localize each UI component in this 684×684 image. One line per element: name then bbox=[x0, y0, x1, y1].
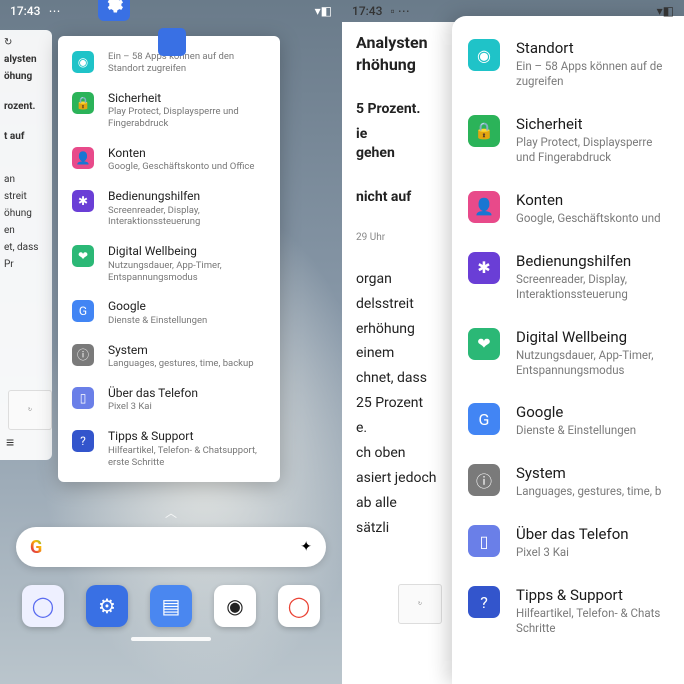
settings-item-title: Tipps & Support bbox=[516, 586, 668, 604]
status-bar: 17:43 ⋯ ▾ ◧ bbox=[0, 0, 342, 22]
settings-item-subtitle: Google, Geschäftskonto und bbox=[516, 211, 668, 226]
accounts-icon: 👤 bbox=[468, 191, 500, 223]
dock-app-chrome[interactable]: ◯ bbox=[278, 585, 320, 627]
tips-icon: ? bbox=[72, 430, 94, 452]
settings-item-subtitle: Languages, gestures, time, b bbox=[516, 484, 668, 499]
wellbeing-icon: ❤ bbox=[72, 245, 94, 267]
settings-panel: ◉ Standort Ein – 58 Apps können auf de z… bbox=[452, 16, 684, 684]
a11y-icon: ✱ bbox=[468, 252, 500, 284]
settings-item-title: Standort bbox=[516, 39, 668, 57]
settings-item-subtitle: Pixel 3 Kai bbox=[516, 545, 668, 560]
system-icon: ⓘ bbox=[468, 464, 500, 496]
settings-item-location[interactable]: ◉ Standort Ein – 58 Apps können auf de z… bbox=[452, 26, 684, 102]
settings-item-subtitle: Hilfeartikel, Telefon- & Chatsupport, er… bbox=[108, 445, 266, 469]
battery-icon: ◧ bbox=[321, 4, 332, 18]
settings-item-subtitle: Ein – 58 Apps können auf de zugreifen bbox=[516, 59, 668, 89]
recaptcha-badge: ↻ bbox=[398, 584, 442, 624]
status-time: 17:43 bbox=[10, 4, 40, 18]
assistant-icon[interactable]: ✦ bbox=[300, 539, 312, 555]
settings-item-tips[interactable]: ? Tipps & Support Hilfeartikel, Telefon-… bbox=[58, 421, 280, 476]
settings-item-title: Google bbox=[108, 299, 266, 313]
a11y-icon: ✱ bbox=[72, 190, 94, 212]
settings-item-title: Konten bbox=[516, 191, 668, 209]
settings-item-about[interactable]: ▯ Über das Telefon Pixel 3 Kai bbox=[452, 512, 684, 573]
settings-item-tips[interactable]: ? Tipps & Support Hilfeartikel, Telefon-… bbox=[452, 573, 684, 649]
status-notif-icon: ▫ ⋯ bbox=[390, 4, 409, 18]
settings-item-title: Digital Wellbeing bbox=[108, 244, 266, 258]
home-screen-left: 17:43 ⋯ ▾ ◧ ↻ alysten öhung rozent. t au… bbox=[0, 0, 342, 684]
settings-item-subtitle: Languages, gestures, time, backup bbox=[108, 358, 266, 370]
all-apps-caret-icon[interactable]: ︿ bbox=[165, 504, 177, 521]
security-icon: 🔒 bbox=[468, 115, 500, 147]
location-icon: ◉ bbox=[72, 51, 94, 73]
settings-item-title: Über das Telefon bbox=[108, 386, 266, 400]
location-icon: ◉ bbox=[468, 39, 500, 71]
nav-pill[interactable] bbox=[131, 637, 211, 641]
about-icon: ▯ bbox=[468, 525, 500, 557]
settings-item-security[interactable]: 🔒 Sicherheit Play Protect, Displaysperre… bbox=[452, 102, 684, 178]
settings-item-a11y[interactable]: ✱ Bedienungshilfen Screenreader, Display… bbox=[58, 181, 280, 236]
home-screen-right: 17:43 ▫ ⋯ ▾ ◧ Analysten rhöhung 5 Prozen… bbox=[342, 0, 684, 684]
settings-item-title: System bbox=[108, 343, 266, 357]
settings-item-subtitle: Screenreader, Display, Interaktionssteue… bbox=[108, 205, 266, 229]
status-notif-icon: ⋯ bbox=[48, 4, 60, 18]
settings-item-accounts[interactable]: 👤 Konten Google, Geschäftskonto und bbox=[452, 178, 684, 239]
settings-item-security[interactable]: 🔒 Sicherheit Play Protect, Displaysperre… bbox=[58, 83, 280, 138]
settings-item-location[interactable]: ◉ Ein – 58 Apps können auf den Standort … bbox=[58, 42, 280, 83]
settings-item-wellbeing[interactable]: ❤ Digital Wellbeing Nutzungsdauer, App-T… bbox=[452, 315, 684, 391]
google-icon: G bbox=[72, 300, 94, 322]
settings-item-wellbeing[interactable]: ❤ Digital Wellbeing Nutzungsdauer, App-T… bbox=[58, 236, 280, 291]
google-g-icon: G bbox=[30, 537, 42, 558]
dock-app-docs[interactable]: ▤ bbox=[150, 585, 192, 627]
dock-app-assistant[interactable]: ◯ bbox=[22, 585, 64, 627]
dock-app-camera[interactable]: ◉ bbox=[214, 585, 256, 627]
settings-item-subtitle: Dienste & Einstellungen bbox=[108, 315, 266, 327]
settings-item-system[interactable]: ⓘ System Languages, gestures, time, back… bbox=[58, 335, 280, 378]
tips-icon: ? bbox=[468, 586, 500, 618]
settings-item-a11y[interactable]: ✱ Bedienungshilfen Screenreader, Display… bbox=[452, 239, 684, 315]
accounts-icon: 👤 bbox=[72, 147, 94, 169]
settings-item-title: Google bbox=[516, 403, 668, 421]
settings-item-title: Über das Telefon bbox=[516, 525, 668, 543]
settings-item-title: Sicherheit bbox=[516, 115, 668, 133]
settings-item-google[interactable]: G Google Dienste & Einstellungen bbox=[58, 291, 280, 334]
google-icon: G bbox=[468, 403, 500, 435]
dock-app-settings[interactable]: ⚙ bbox=[86, 585, 128, 627]
home-bottom: ︿ G ✦ ◯ ⚙ ▤ ◉ ◯ bbox=[0, 504, 342, 684]
settings-item-title: Bedienungshilfen bbox=[108, 189, 266, 203]
settings-item-subtitle: Play Protect, Displaysperre und Fingerab… bbox=[516, 135, 668, 165]
settings-item-subtitle: Dienste & Einstellungen bbox=[516, 423, 668, 438]
dock: ◯ ⚙ ▤ ◉ ◯ bbox=[22, 585, 320, 627]
settings-item-title: Digital Wellbeing bbox=[516, 328, 668, 346]
status-time: 17:43 bbox=[352, 4, 382, 18]
settings-item-subtitle: Nutzungsdauer, App-Timer, Entspannungsmo… bbox=[516, 348, 668, 378]
google-search-bar[interactable]: G ✦ bbox=[16, 527, 326, 567]
settings-item-google[interactable]: G Google Dienste & Einstellungen bbox=[452, 390, 684, 451]
settings-item-subtitle: Ein – 58 Apps können auf den Standort zu… bbox=[108, 51, 266, 75]
settings-popup: ◉ Ein – 58 Apps können auf den Standort … bbox=[58, 36, 280, 482]
settings-item-title: System bbox=[516, 464, 668, 482]
settings-item-accounts[interactable]: 👤 Konten Google, Geschäftskonto und Offi… bbox=[58, 138, 280, 181]
settings-item-about[interactable]: ▯ Über das Telefon Pixel 3 Kai bbox=[58, 378, 280, 421]
settings-item-subtitle: Play Protect, Displaysperre und Fingerab… bbox=[108, 106, 266, 130]
settings-item-subtitle: Hilfeartikel, Telefon- & Chats Schritte bbox=[516, 606, 668, 636]
system-icon: ⓘ bbox=[72, 344, 94, 366]
settings-item-subtitle: Pixel 3 Kai bbox=[108, 401, 266, 413]
settings-item-system[interactable]: ⓘ System Languages, gestures, time, b bbox=[452, 451, 684, 512]
wellbeing-icon: ❤ bbox=[468, 328, 500, 360]
battery-icon: ◧ bbox=[663, 4, 674, 18]
recaptcha-badge: ↻ bbox=[8, 390, 52, 430]
menu-icon[interactable]: ≡ bbox=[6, 434, 14, 452]
settings-item-title: Bedienungshilfen bbox=[516, 252, 668, 270]
status-bar: 17:43 ▫ ⋯ ▾ ◧ bbox=[342, 0, 684, 22]
settings-item-title: Sicherheit bbox=[108, 91, 266, 105]
about-icon: ▯ bbox=[72, 387, 94, 409]
settings-item-subtitle: Nutzungsdauer, App-Timer, Entspannungsmo… bbox=[108, 260, 266, 284]
settings-item-title: Tipps & Support bbox=[108, 429, 266, 443]
settings-item-subtitle: Google, Geschäftskonto und Office bbox=[108, 161, 266, 173]
settings-item-title: Konten bbox=[108, 146, 266, 160]
security-icon: 🔒 bbox=[72, 92, 94, 114]
settings-item-subtitle: Screenreader, Display, Interaktionssteue… bbox=[516, 272, 668, 302]
